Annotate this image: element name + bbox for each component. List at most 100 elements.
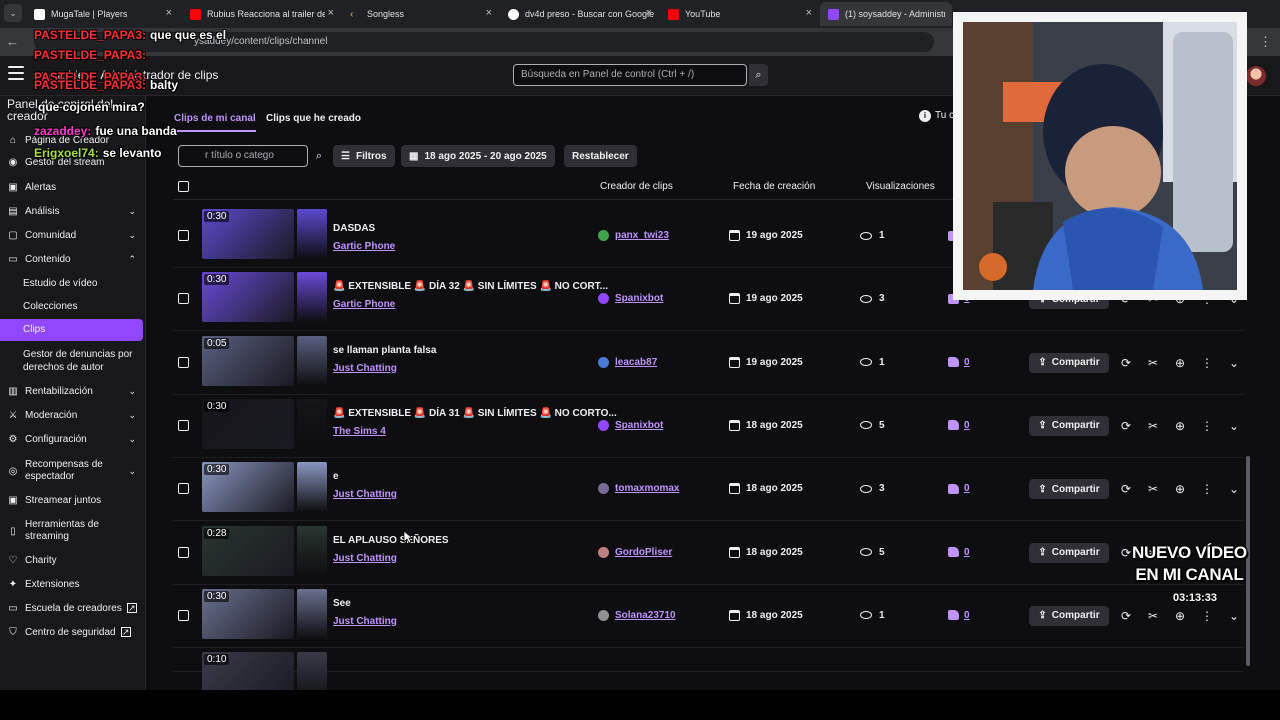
clip-thumbnail-vertical[interactable] [297,209,327,259]
share-button[interactable]: ⇪ Compartir [1029,415,1109,436]
avatar[interactable] [1246,66,1266,86]
browser-tab[interactable]: MugaTale | Players × [26,2,178,26]
sidebar-item-moderation[interactable]: ⚔ Moderación ⌄ [0,403,146,427]
table-row[interactable]: 0:30 e Just Chatting tomaxmomax 18 ago 2… [173,458,1247,522]
column-header-creator[interactable]: Creador de clips [600,181,673,192]
row-checkbox[interactable] [178,609,189,621]
clip-category-link[interactable]: Just Chatting [333,363,397,374]
clip-likes-link[interactable]: 0 [948,483,970,494]
scissors-icon[interactable]: ✂ [1146,419,1160,433]
sidebar-item-streaming-tools[interactable]: ▯ Herramientas de streaming [0,517,146,545]
clip-creator-link[interactable]: tomaxmomax [598,483,679,495]
row-checkbox[interactable] [178,483,189,495]
clip-category-link[interactable]: Gartic Phone [333,241,395,252]
sidebar-item-analytics[interactable]: ▤ Análisis ⌄ [0,199,146,223]
table-row[interactable]: 0:05 se llaman planta falsa Just Chattin… [173,332,1247,395]
chevron-down-icon[interactable]: ⌄ [1227,356,1241,370]
share-button[interactable]: ⇪ Compartir [1029,479,1109,500]
clip-category-link[interactable]: The Sims 4 [333,426,386,437]
clip-thumbnail-vertical[interactable] [297,462,327,513]
filters-button[interactable]: ☰ Filtros [333,145,395,167]
publish-icon[interactable]: ⟳ [1119,356,1133,370]
clip-thumbnail-vertical[interactable] [297,588,327,639]
dashboard-search-input[interactable]: Búsqueda en Panel de control (Ctrl + /) [513,64,747,86]
close-icon[interactable]: × [806,7,812,19]
more-options-icon[interactable]: ⋮ [1200,356,1214,370]
sidebar-item-settings[interactable]: ⚙ Configuración ⌄ [0,427,146,451]
scissors-icon[interactable]: ✂ [1146,482,1160,496]
clip-title[interactable]: 🚨 EXTENSIBLE 🚨 DÍA 31 🚨 SIN LÍMITES 🚨 NO… [333,408,617,419]
browser-tab-active[interactable]: (1) soysaddey - Administra [820,2,952,26]
sidebar-item-charity[interactable]: ♡ Charity [0,548,146,572]
table-row[interactable]: 0:28 EL APLAUSO SEÑORES Just Chatting Go… [173,522,1247,585]
share-button[interactable]: ⇪ Compartir [1029,352,1109,373]
clip-title[interactable]: e [333,471,339,482]
sidebar-item-creator-school[interactable]: ▭ Escuela de creadores ↗ [0,596,146,620]
sidebar-item-safety-center[interactable]: ⛉ Centro de seguridad ↗ [0,620,146,644]
clip-title[interactable]: 🚨 EXTENSIBLE 🚨 DÍA 32 🚨 SIN LÍMITES 🚨 NO… [333,281,608,292]
share-button[interactable]: ⇪ Compartir [1029,605,1109,626]
sidebar-sub-collections[interactable]: Colecciones [23,300,77,313]
row-checkbox[interactable] [178,356,189,368]
clip-title[interactable]: EL APLAUSO SEÑORES [333,535,449,546]
share-button[interactable]: ⇪ Compartir [1029,542,1109,563]
table-row[interactable]: 0:30 🚨 EXTENSIBLE 🚨 DÍA 31 🚨 SIN LÍMITES… [173,395,1247,458]
browser-tab[interactable]: dv4d preso - Buscar con Google × [500,2,658,26]
download-icon[interactable]: ⊕ [1173,609,1187,623]
sidebar-item-extensions[interactable]: ✦ Extensiones [0,572,146,596]
clip-likes-link[interactable]: 0 [948,357,970,368]
close-icon[interactable]: × [486,7,492,19]
download-icon[interactable]: ⊕ [1173,356,1187,370]
publish-icon[interactable]: ⟳ [1119,546,1133,560]
clip-title[interactable]: See [333,598,351,609]
browser-tab[interactable]: ‹ Songless × [342,2,498,26]
publish-icon[interactable]: ⟳ [1119,609,1133,623]
sidebar-item-content[interactable]: ▭ Contenido ⌃ [0,247,146,271]
sidebar-sub-video-studio[interactable]: Estudio de vídeo [23,277,98,290]
more-options-icon[interactable]: ⋮ [1200,609,1214,623]
scissors-icon[interactable]: ✂ [1146,356,1160,370]
column-header-views[interactable]: Visualizaciones [866,181,935,192]
sidebar-sub-copyright[interactable]: Gestor de denuncias por derechos de auto… [23,348,133,374]
clip-creator-link[interactable]: panx_twi23 [598,230,669,241]
select-all-checkbox[interactable] [178,181,189,192]
clip-category-link[interactable]: Just Chatting [333,616,397,627]
sidebar-item-community[interactable]: ▢ Comunidad ⌄ [0,223,146,247]
chevron-down-icon[interactable]: ⌄ [1227,609,1241,623]
clip-thumbnail-vertical[interactable] [297,335,327,386]
clip-title[interactable]: se llaman planta falsa [333,345,436,356]
chevron-down-icon[interactable]: ⌄ [1227,419,1241,433]
publish-icon[interactable]: ⟳ [1119,419,1133,433]
clip-thumbnail-vertical[interactable] [297,398,327,449]
sidebar-item-alerts[interactable]: ▣ Alertas [0,175,146,199]
clip-creator-link[interactable]: leacab87 [598,356,657,368]
row-checkbox[interactable] [178,230,189,241]
download-icon[interactable]: ⊕ [1173,419,1187,433]
browser-tab[interactable]: Rubius Reacciona al trailer de S × [182,2,340,26]
clip-category-link[interactable]: Gartic Phone [333,299,395,310]
search-icon[interactable]: ⌕ [309,145,329,167]
tab-search-icon[interactable]: ⌄ [4,4,22,22]
close-icon[interactable]: × [328,7,334,19]
clip-creator-link[interactable]: GordoPliser [598,546,672,558]
close-icon[interactable]: × [646,7,652,19]
clip-category-link[interactable]: Just Chatting [333,553,397,564]
row-checkbox[interactable] [178,419,189,431]
download-icon[interactable]: ⊕ [1173,482,1187,496]
browser-tab[interactable]: YouTube × [660,2,818,26]
clip-creator-link[interactable]: Solana23710 [598,609,676,621]
sidebar-item-monetization[interactable]: ▥ Rentabilización ⌄ [0,379,146,403]
sidebar-sub-clips[interactable]: Clips [0,319,143,341]
reset-button[interactable]: Restablecer [564,145,637,167]
clip-category-link[interactable]: Just Chatting [333,489,397,500]
clip-likes-link[interactable]: 0 [948,610,970,621]
clip-thumbnail-vertical[interactable] [297,525,327,576]
clip-thumbnail-vertical[interactable] [297,272,327,323]
column-header-date[interactable]: Fecha de creación [733,181,815,192]
publish-icon[interactable]: ⟳ [1119,482,1133,496]
sidebar-item-viewer-rewards[interactable]: ◎ Recompensas de espectador ⌄ [0,457,146,485]
more-options-icon[interactable]: ⋮ [1200,482,1214,496]
kebab-menu-icon[interactable]: ⋮ [1259,34,1272,50]
tab-clips-i-created[interactable]: Clips que he creado [266,113,361,124]
close-icon[interactable]: × [166,7,172,19]
